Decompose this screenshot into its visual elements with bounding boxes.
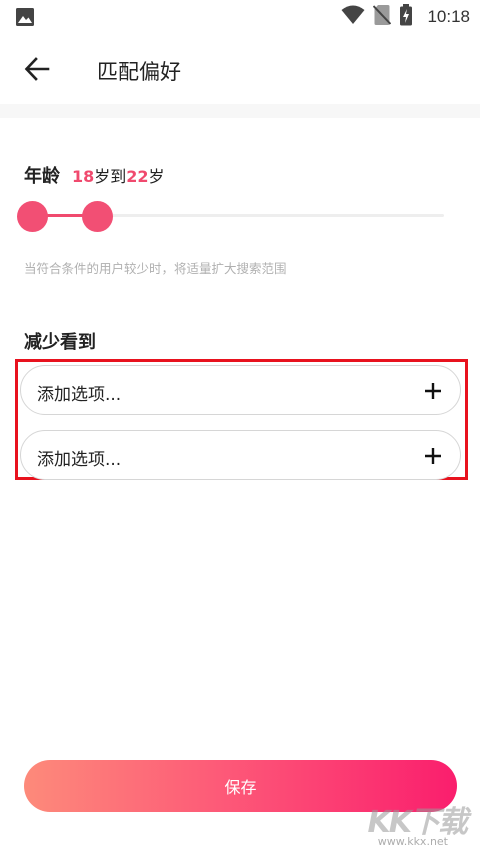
search-range-hint: 当符合条件的用户较少时，将适量扩大搜索范围 [24,261,287,276]
add-option-label: 添加选项... [37,450,122,470]
plus-icon [424,447,442,465]
slider-thumb-max[interactable] [81,201,113,232]
age-label: 年龄 [24,166,60,187]
slider-thumb-min[interactable] [16,201,48,232]
save-label: 保存 [224,778,257,797]
status-time: 10:18 [427,7,470,26]
page-title: 匹配偏好 [97,60,181,84]
age-min-value: 18 [72,167,95,186]
add-option-label: 添加选项... [37,385,122,405]
age-range-slider[interactable] [16,199,446,233]
reduce-title: 减少看到 [24,332,96,353]
watermark-logo: KK下载 www.kkx.net [360,797,470,851]
age-unit-to: 岁到 [94,167,127,186]
status-bar: 10:18 [0,0,480,34]
back-button[interactable] [20,54,54,88]
plus-icon [424,382,442,400]
header: 匹配偏好 [0,36,480,104]
battery-charging-icon [399,4,413,30]
wifi-icon [341,5,365,29]
age-max-value: 22 [126,167,149,186]
no-sim-icon [373,4,392,30]
image-icon [16,8,34,30]
arrow-left-icon [24,57,50,85]
add-option-item-2[interactable]: 添加选项... [20,430,461,480]
age-unit-end: 岁 [148,167,165,186]
age-row: 年龄 18 岁到 22 岁 [24,162,165,188]
add-option-item-1[interactable]: 添加选项... [20,365,461,415]
watermark-url: www.kkx.net [377,835,448,848]
header-divider [0,104,480,118]
